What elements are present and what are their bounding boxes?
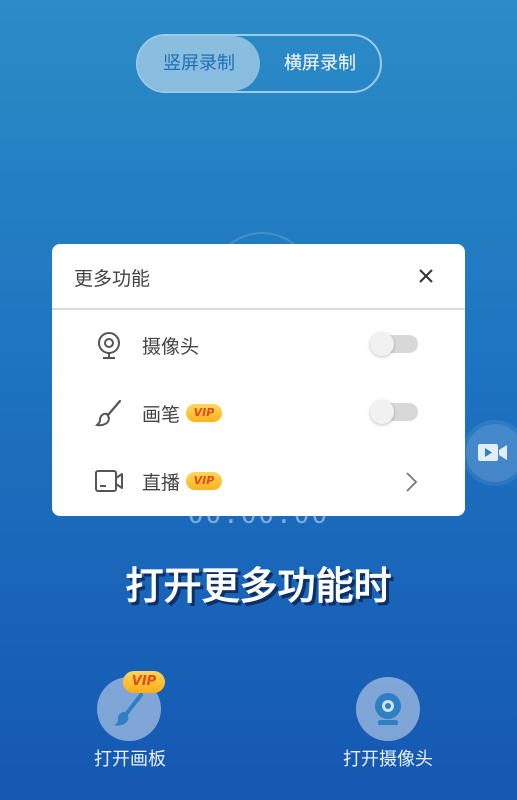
vip-badge: VIP (186, 472, 222, 490)
more-features-dialog: 更多功能 摄像头 画笔 VIP 直播 VIP (52, 244, 465, 516)
open-camera-button[interactable] (356, 677, 420, 741)
feature-label-camera: 摄像头 (142, 336, 200, 358)
feature-label-live: 直播 (142, 472, 181, 494)
portrait-record-tab[interactable]: 竖屏录制 (138, 36, 260, 91)
dialog-divider (52, 308, 465, 310)
floating-camera-button[interactable] (466, 424, 517, 482)
open-camera-label: 打开摄像头 (343, 749, 433, 770)
brush-icon (94, 398, 124, 428)
record-mode-switch: 竖屏录制 横屏录制 (136, 34, 382, 93)
vip-badge: VIP (186, 404, 222, 422)
close-icon (419, 269, 433, 283)
feature-row-brush: 画笔 VIP (52, 384, 465, 444)
feature-row-camera: 摄像头 (52, 316, 465, 376)
brush-toggle[interactable] (370, 400, 418, 424)
caption-headline: 打开更多功能时 (125, 564, 392, 608)
feature-row-live[interactable]: 直播 VIP (52, 452, 465, 512)
draw-board-label: 打开画板 (94, 749, 166, 770)
chevron-right-icon[interactable] (404, 470, 418, 494)
toggle-knob (370, 400, 394, 424)
landscape-record-tab[interactable]: 横屏录制 (260, 36, 380, 91)
vip-badge: VIP (123, 671, 165, 693)
video-camera-icon (94, 466, 124, 496)
video-camera-icon (478, 444, 507, 461)
dialog-title: 更多功能 (74, 268, 151, 290)
camera-toggle[interactable] (370, 332, 418, 356)
close-button[interactable] (414, 264, 438, 288)
webcam-icon (375, 693, 401, 725)
feature-label-brush: 画笔 (142, 404, 181, 426)
toggle-knob (370, 332, 394, 356)
webcam-icon (94, 330, 124, 360)
